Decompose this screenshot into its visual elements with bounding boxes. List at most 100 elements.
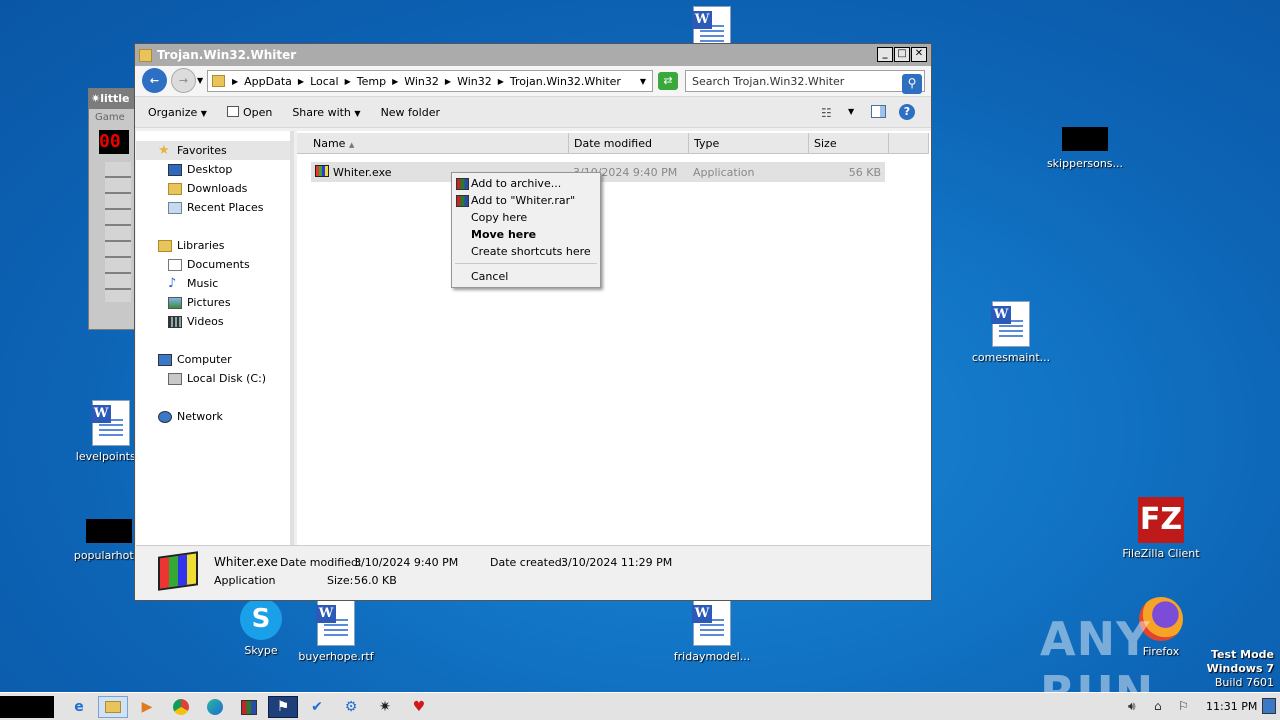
network-taskbar-icon[interactable]: ⚙: [336, 696, 366, 718]
pictures-icon: [168, 296, 182, 309]
menu-item-move-here[interactable]: Move here: [471, 228, 536, 241]
address-dropdown-icon[interactable]: ▼: [640, 77, 646, 86]
back-button[interactable]: ←: [142, 68, 167, 93]
close-button[interactable]: ✕: [911, 47, 927, 62]
chevron-right-icon[interactable]: ▶: [389, 77, 401, 86]
nav-local-disk[interactable]: Local Disk (C:): [168, 372, 266, 385]
column-header-name[interactable]: Name ▲: [297, 133, 569, 154]
desktop-icon-buyerhope[interactable]: W buyerhope.rtf: [291, 600, 381, 663]
test-mode-notice: Test Mode Windows 7 Build 7601: [1207, 648, 1274, 690]
menu-item-copy-here[interactable]: Copy here: [471, 211, 527, 224]
breadcrumb-item[interactable]: Local: [307, 75, 342, 88]
winrar-taskbar-icon[interactable]: [234, 696, 264, 718]
videos-icon: [168, 315, 182, 328]
nav-music[interactable]: ♪ Music: [168, 277, 218, 291]
column-header-date-modified[interactable]: Date modified: [569, 133, 689, 154]
refresh-icon[interactable]: ⇄: [658, 72, 678, 90]
details-filename: Whiter.exe: [214, 555, 278, 569]
desktop-icon-skippersons[interactable]: skippersons...: [1040, 127, 1130, 170]
breadcrumb-item[interactable]: Win32: [401, 75, 442, 88]
network-status-icon[interactable]: ⌂: [1154, 699, 1162, 713]
maximize-button[interactable]: □: [894, 47, 910, 62]
chevron-right-icon[interactable]: ▶: [442, 77, 454, 86]
chevron-right-icon[interactable]: ▶: [295, 77, 307, 86]
heart-taskbar-icon[interactable]: ♥: [404, 696, 434, 718]
app-taskbar-icon[interactable]: ⚑: [268, 696, 298, 718]
filezilla-icon: FZ: [1138, 497, 1184, 543]
game-menu[interactable]: Game: [89, 109, 135, 126]
nav-favorites[interactable]: ★ Favorites: [158, 144, 227, 158]
game-window-title: ✷little: [89, 89, 135, 109]
word-document-icon: W: [91, 400, 130, 446]
breadcrumb-item[interactable]: Temp: [354, 75, 389, 88]
nav-pictures[interactable]: Pictures: [168, 296, 231, 309]
search-input[interactable]: Search Trojan.Win32.Whiter ⚲: [685, 70, 925, 94]
explorer-window[interactable]: Trojan.Win32.Whiter _ □ ✕ ← → ▼ ▶ AppDat…: [134, 43, 932, 601]
address-bar: ← → ▼ ▶ AppData ▶ Local ▶ Temp ▶ Win32 ▶…: [135, 66, 931, 96]
minimize-button[interactable]: _: [877, 47, 893, 62]
breadcrumb-item[interactable]: Trojan.Win32.Whiter: [507, 75, 624, 88]
breadcrumb-item[interactable]: AppData: [241, 75, 295, 88]
search-icon[interactable]: ⚲: [902, 74, 922, 94]
column-header-type[interactable]: Type: [689, 133, 809, 154]
preview-pane-icon[interactable]: [871, 105, 886, 118]
details-date-created: 3/10/2024 11:29 PM: [561, 556, 673, 569]
desktop-icon-filezilla[interactable]: FZ FileZilla Client: [1116, 497, 1206, 560]
word-document-icon: W: [316, 600, 355, 646]
test-mode-line3: Build 7601: [1214, 676, 1274, 689]
chevron-right-icon[interactable]: ▶: [342, 77, 354, 86]
nav-recent-places[interactable]: Recent Places: [168, 201, 264, 214]
winrar-icon: [456, 178, 469, 190]
chevron-down-icon[interactable]: ▼: [848, 107, 854, 116]
menu-item-add-to-archive[interactable]: Add to archive...: [471, 177, 561, 190]
volume-icon[interactable]: 🔊︎: [1128, 699, 1136, 714]
breadcrumb-item[interactable]: Win32: [454, 75, 495, 88]
game-icon: ✷: [91, 92, 101, 105]
nav-network[interactable]: Network: [158, 410, 223, 423]
column-header-blank: [889, 133, 929, 154]
recent-pages-chevron-icon[interactable]: ▼: [197, 76, 203, 85]
action-center-flag-icon[interactable]: ⚐: [1178, 699, 1189, 713]
search-placeholder: Search Trojan.Win32.Whiter: [692, 75, 845, 88]
explorer-taskbar-icon[interactable]: [98, 696, 128, 718]
file-list[interactable]: Name ▲ Date modified Type Size Whiter.ex…: [297, 131, 931, 546]
game-window[interactable]: ✷little Game 00: [88, 88, 136, 330]
breadcrumb[interactable]: ▶ AppData ▶ Local ▶ Temp ▶ Win32 ▶ Win32…: [207, 70, 653, 92]
edge-icon[interactable]: [200, 696, 230, 718]
chevron-down-icon: ▼: [200, 108, 207, 118]
open-button[interactable]: Open: [220, 105, 279, 119]
share-with-button[interactable]: Share with ▼: [285, 106, 367, 119]
chevron-right-icon[interactable]: ▶: [495, 77, 507, 86]
media-player-icon[interactable]: ▶: [132, 696, 162, 718]
start-button[interactable]: [0, 696, 54, 718]
column-header-size[interactable]: Size: [809, 133, 889, 154]
file-name: Whiter.exe: [333, 166, 392, 179]
chevron-right-icon[interactable]: ▶: [229, 77, 241, 86]
nav-videos[interactable]: Videos: [168, 315, 224, 328]
title-bar[interactable]: Trojan.Win32.Whiter _ □ ✕: [135, 44, 931, 66]
desktop-icon-fridaymodel[interactable]: W fridaymodel...: [667, 600, 757, 663]
nav-computer[interactable]: Computer: [158, 353, 232, 366]
desktop-icon-comesmaint[interactable]: W comesmaint...: [966, 301, 1056, 364]
game-grid[interactable]: [105, 162, 131, 302]
clock[interactable]: 11:31 PM: [1206, 700, 1257, 713]
nav-desktop[interactable]: Desktop: [168, 163, 232, 176]
menu-item-cancel[interactable]: Cancel: [471, 270, 508, 283]
chrome-icon[interactable]: [166, 696, 196, 718]
new-folder-button[interactable]: New folder: [374, 106, 447, 119]
show-desktop-button[interactable]: [1262, 698, 1276, 714]
game-taskbar-icon[interactable]: ✷: [370, 696, 400, 718]
nav-documents[interactable]: Documents: [168, 258, 250, 271]
check-taskbar-icon[interactable]: ✔: [302, 696, 332, 718]
blank-file-icon: [86, 519, 132, 543]
organize-button[interactable]: Organize ▼: [141, 106, 214, 119]
menu-item-create-shortcuts[interactable]: Create shortcuts here: [471, 245, 591, 258]
menu-item-add-to-rar[interactable]: Add to "Whiter.rar": [471, 194, 575, 207]
taskbar: e ▶ ⚑ ✔ ⚙ ✷ ♥ 🔊︎ ⌂ ⚐ 11:31 PM: [0, 692, 1280, 720]
change-view-icon[interactable]: ☷: [821, 106, 832, 120]
forward-button[interactable]: →: [171, 68, 196, 93]
nav-downloads[interactable]: Downloads: [168, 182, 247, 195]
help-icon[interactable]: ?: [899, 104, 915, 120]
nav-libraries[interactable]: Libraries: [158, 239, 225, 252]
internet-explorer-icon[interactable]: e: [64, 696, 94, 718]
